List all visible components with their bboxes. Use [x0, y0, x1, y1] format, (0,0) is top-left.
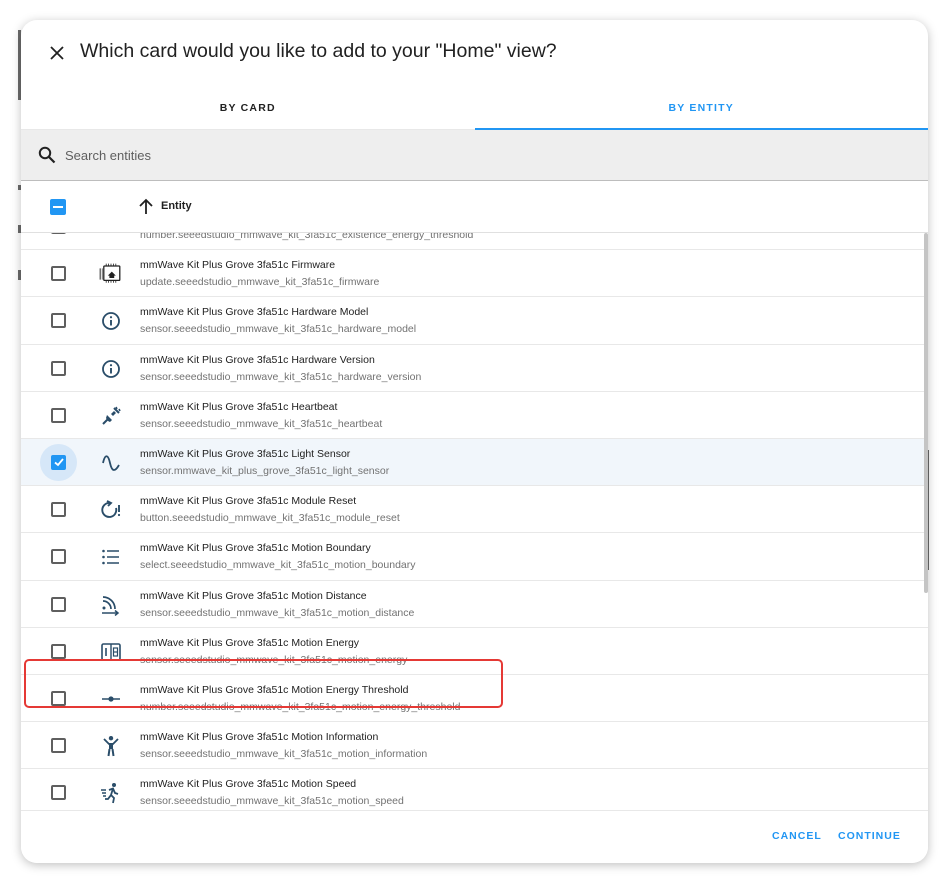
entity-name: mmWave Kit Plus Grove 3fa51c Hardware Ve…	[140, 353, 375, 366]
entity-list-scroll: number.seeedstudio_mmwave_kit_3fa51c_exi…	[21, 233, 928, 810]
table-row[interactable]: mmWave Kit Plus Grove 3fa51c Motion Ener…	[21, 675, 928, 723]
entity-name: mmWave Kit Plus Grove 3fa51c Motion Info…	[140, 731, 379, 744]
sine-wave-icon	[99, 451, 123, 475]
firmware-chip-icon	[99, 262, 123, 286]
row-checkbox[interactable]	[51, 454, 66, 470]
row-checkbox[interactable]	[51, 549, 66, 565]
entity-id: sensor.seeedstudio_mmwave_kit_3fa51c_har…	[140, 370, 422, 383]
entity-name: mmWave Kit Plus Grove 3fa51c Motion Spee…	[140, 778, 357, 791]
table-row[interactable]: mmWave Kit Plus Grove 3fa51c Hardware Mo…	[21, 297, 928, 345]
tab-by-card[interactable]: BY CARD	[21, 86, 475, 130]
human-handsup-icon	[99, 734, 123, 758]
entity-list: number.seeedstudio_mmwave_kit_3fa51c_exi…	[21, 233, 928, 810]
entity-id: select.seeedstudio_mmwave_kit_3fa51c_mot…	[140, 559, 416, 572]
threshold-icon	[99, 687, 123, 711]
table-row[interactable]: mmWave Kit Plus Grove 3fa51c Motion Dist…	[21, 581, 928, 628]
row-checkbox[interactable]	[51, 643, 66, 659]
table-row[interactable]: mmWave Kit Plus Grove 3fa51c Light Senso…	[21, 438, 928, 487]
row-checkbox[interactable]	[51, 596, 66, 612]
dialog-title: Which card would you like to add to your…	[80, 40, 557, 62]
close-icon	[50, 46, 64, 60]
entity-id: sensor.mmwave_kit_plus_grove_3fa51c_ligh…	[140, 464, 390, 477]
search-input[interactable]	[65, 130, 905, 180]
indeterminate-mark	[53, 206, 63, 208]
entity-name: mmWave Kit Plus Grove 3fa51c Motion Dist…	[140, 589, 367, 602]
info-icon	[99, 309, 123, 333]
entity-id: number.seeedstudio_mmwave_kit_3fa51c_exi…	[140, 233, 474, 241]
info-icon	[99, 357, 123, 381]
column-header-entity[interactable]: Entity	[161, 200, 192, 212]
tab-by-entity[interactable]: BY ENTITY	[475, 86, 929, 130]
entity-id: sensor.seeedstudio_mmwave_kit_3fa51c_mot…	[140, 653, 408, 666]
table-row[interactable]: mmWave Kit Plus Grove 3fa51c Module Rese…	[21, 486, 928, 534]
row-checkbox[interactable]	[51, 233, 66, 234]
entity-name: mmWave Kit Plus Grove 3fa51c Motion Ener…	[140, 636, 360, 649]
entity-id: update.seeedstudio_mmwave_kit_3fa51c_fir…	[140, 276, 380, 289]
entity-name: mmWave Kit Plus Grove 3fa51c Heartbeat	[140, 400, 338, 413]
entity-id: sensor.seeedstudio_mmwave_kit_3fa51c_mot…	[140, 795, 404, 808]
table-row[interactable]: mmWave Kit Plus Grove 3fa51c Motion Boun…	[21, 533, 928, 581]
row-checkbox[interactable]	[51, 407, 66, 423]
cancel-button[interactable]: CANCEL	[772, 830, 822, 842]
table-row[interactable]: mmWave Kit Plus Grove 3fa51c Firmware upd…	[21, 250, 928, 298]
list-scrollbar[interactable]	[924, 233, 928, 593]
restart-alert-icon	[99, 498, 123, 522]
threshold-icon	[99, 233, 123, 239]
table-row[interactable]: number.seeedstudio_mmwave_kit_3fa51c_exi…	[21, 233, 928, 251]
continue-button[interactable]: CONTINUE	[838, 830, 901, 842]
counter-icon	[99, 640, 123, 664]
entity-id: sensor.seeedstudio_mmwave_kit_3fa51c_mot…	[140, 748, 428, 761]
row-checkbox[interactable]	[51, 785, 66, 801]
select-all-checkbox[interactable]	[50, 199, 66, 215]
table-row[interactable]: mmWave Kit Plus Grove 3fa51c Motion Info…	[21, 722, 928, 770]
close-button[interactable]	[43, 39, 71, 67]
entity-name: mmWave Kit Plus Grove 3fa51c Motion Ener…	[140, 683, 409, 696]
table-header: Entity	[21, 181, 928, 233]
row-checkbox[interactable]	[51, 738, 66, 754]
entity-id: number.seeedstudio_mmwave_kit_3fa51c_mot…	[140, 700, 461, 713]
dialog-header: Which card would you like to add to your…	[21, 20, 928, 86]
entity-name: mmWave Kit Plus Grove 3fa51c Hardware Mo…	[140, 306, 369, 319]
row-checkbox[interactable]	[51, 360, 66, 376]
entity-name: mmWave Kit Plus Grove 3fa51c Module Rese…	[140, 495, 357, 508]
entity-id: sensor.seeedstudio_mmwave_kit_3fa51c_mot…	[140, 606, 415, 619]
row-checkbox[interactable]	[51, 266, 66, 282]
search-bar	[21, 130, 928, 181]
search-icon	[38, 146, 56, 164]
table-row[interactable]: mmWave Kit Plus Grove 3fa51c Hardware Ve…	[21, 345, 928, 392]
dialog-footer: CANCEL CONTINUE	[21, 810, 928, 863]
table-row[interactable]: mmWave Kit Plus Grove 3fa51c Heartbeat se…	[21, 392, 928, 439]
row-checkbox[interactable]	[51, 502, 66, 518]
entity-name: mmWave Kit Plus Grove 3fa51c Motion Boun…	[140, 542, 371, 555]
tab-bar: BY CARD BY ENTITY	[21, 86, 928, 130]
checkmark-icon	[53, 458, 64, 467]
row-checkbox[interactable]	[51, 690, 66, 706]
connection-plug-icon	[99, 404, 123, 428]
entity-name: mmWave Kit Plus Grove 3fa51c Light Senso…	[140, 447, 351, 460]
run-fast-icon	[99, 781, 123, 805]
arrow-up-icon[interactable]	[138, 198, 154, 216]
table-row[interactable]: mmWave Kit Plus Grove 3fa51c Motion Spee…	[21, 769, 928, 810]
row-checkbox[interactable]	[51, 313, 66, 329]
entity-id: sensor.seeedstudio_mmwave_kit_3fa51c_har…	[140, 323, 417, 336]
signal-distance-icon	[99, 593, 123, 617]
entity-name: mmWave Kit Plus Grove 3fa51c Firmware	[140, 259, 336, 272]
entity-id: button.seeedstudio_mmwave_kit_3fa51c_mod…	[140, 512, 400, 525]
add-card-dialog: Which card would you like to add to your…	[21, 20, 928, 863]
table-row[interactable]: mmWave Kit Plus Grove 3fa51c Motion Ener…	[21, 628, 928, 675]
list-icon	[99, 545, 123, 569]
entity-id: sensor.seeedstudio_mmwave_kit_3fa51c_hea…	[140, 417, 383, 430]
